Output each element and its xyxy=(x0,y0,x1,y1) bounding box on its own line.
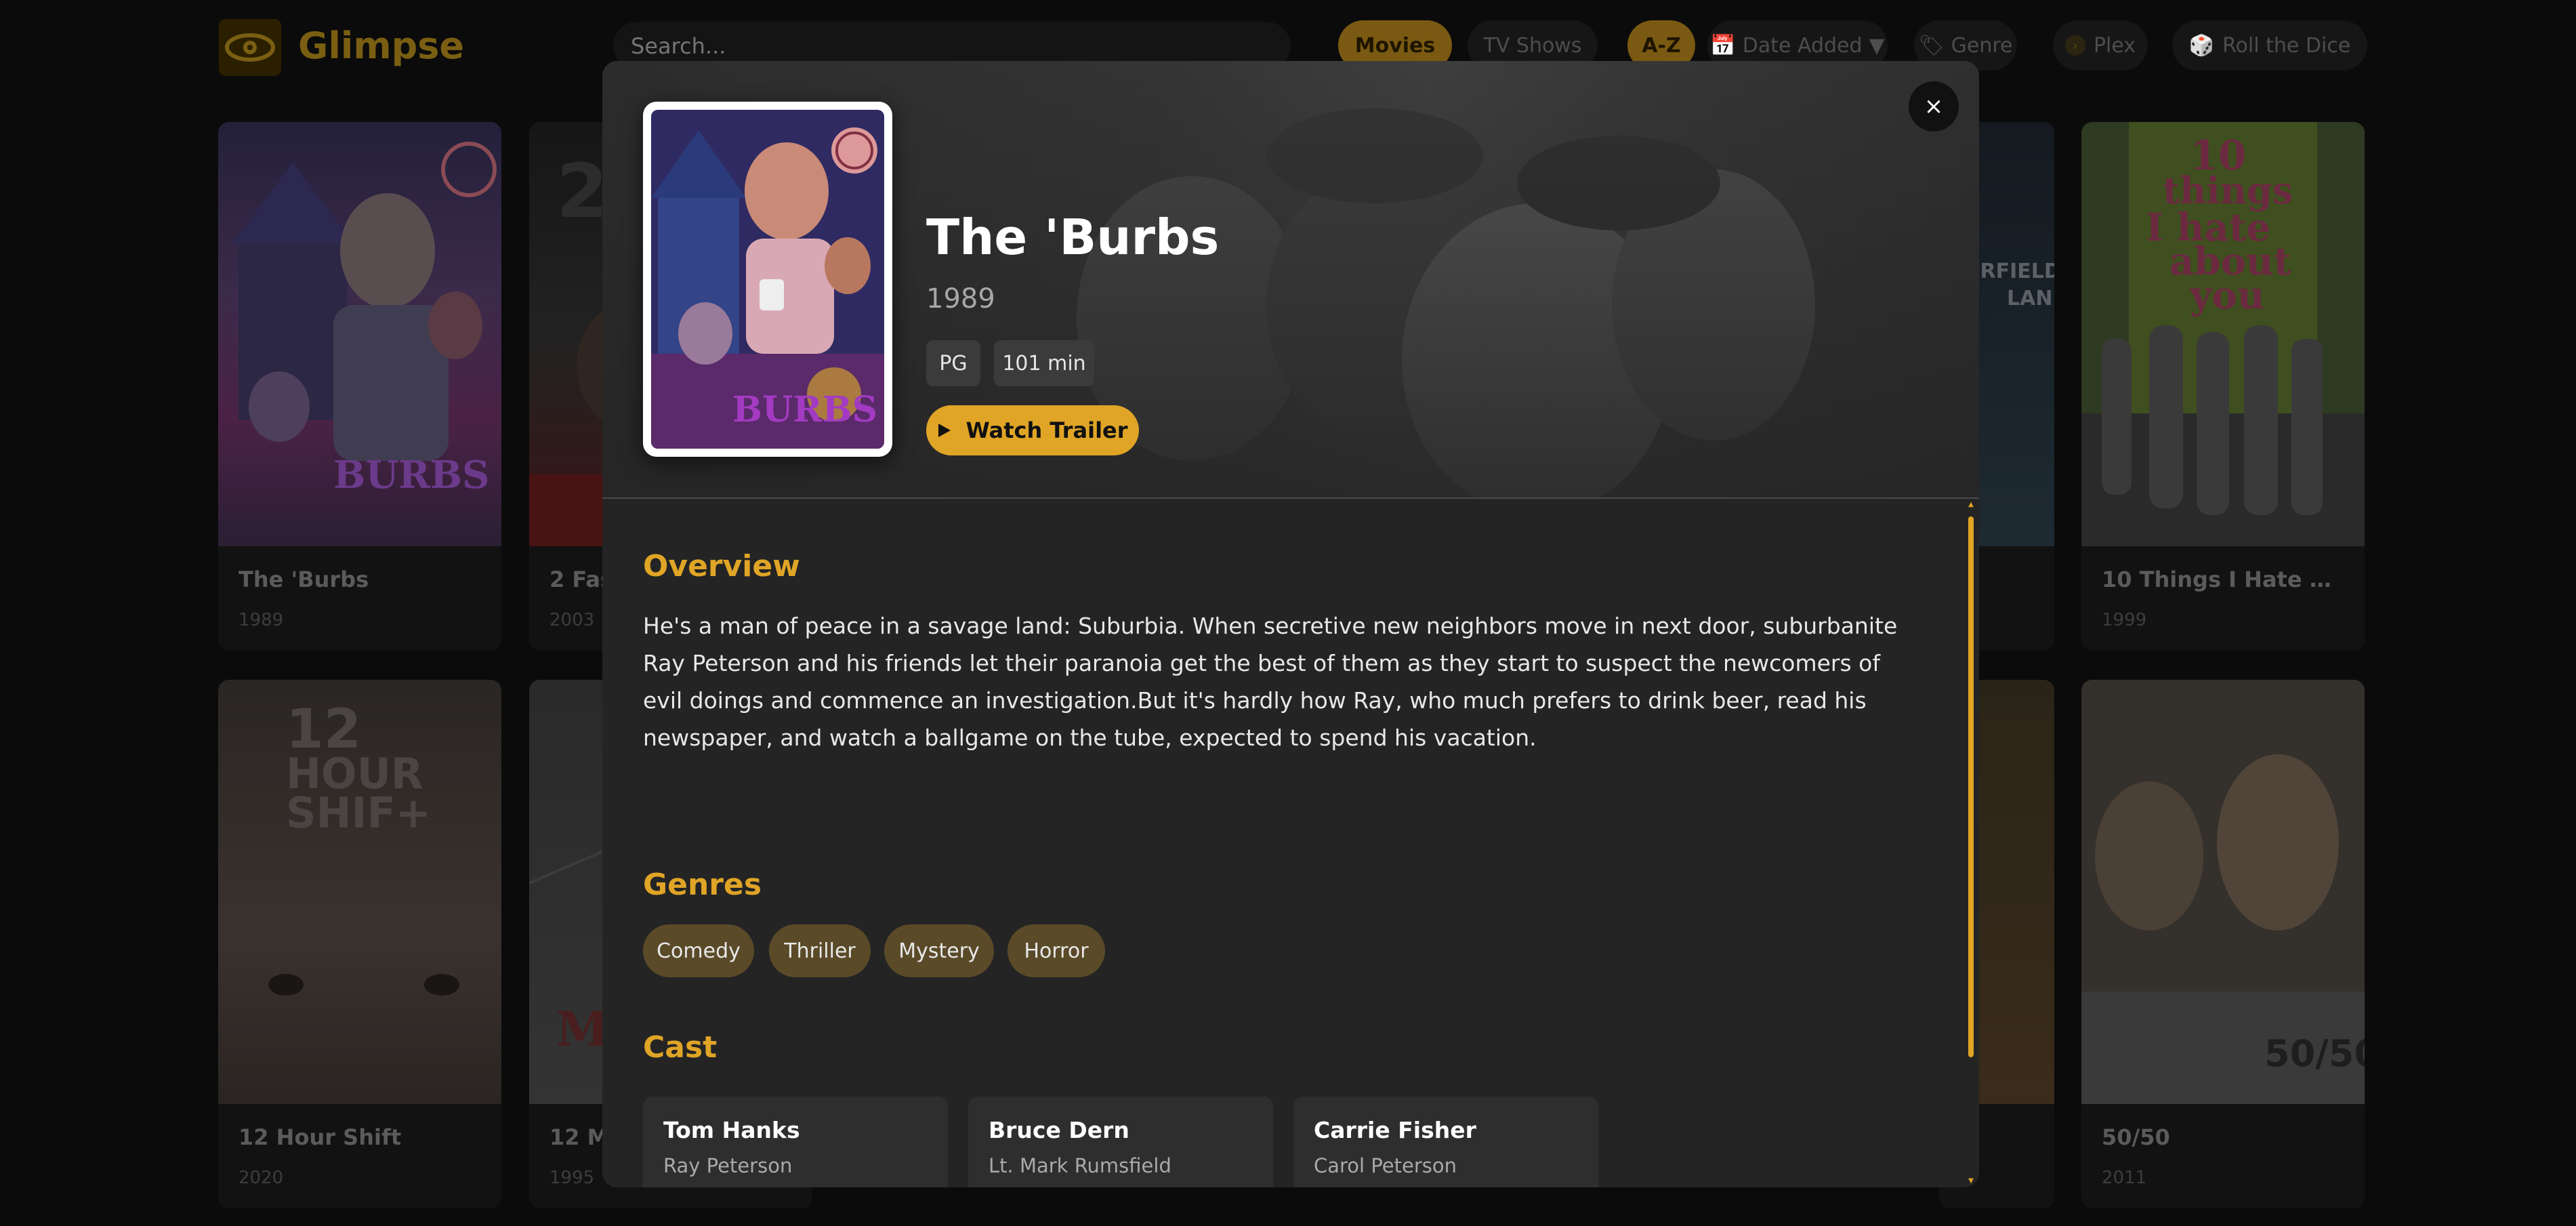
movie-card[interactable]: 10 things I hate about you 10 Things I H… xyxy=(2081,122,2365,651)
genre-tag[interactable]: Comedy xyxy=(643,924,754,977)
movie-card-year: 1999 xyxy=(2102,610,2147,630)
poster-title-text: BURBS xyxy=(732,389,877,430)
movie-poster: 12 HOUR SHIF+ xyxy=(218,680,501,1104)
movie-poster: BURBS xyxy=(218,122,501,546)
plex-button[interactable]: › Plex xyxy=(2053,20,2148,70)
movie-card-title: The 'Burbs xyxy=(238,567,369,592)
movie-card-info: 10 Things I Hate About You 1999 xyxy=(2081,546,2365,651)
movie-card-title: 12 Hour Shift xyxy=(238,1124,402,1150)
svg-text:2: 2 xyxy=(556,148,608,234)
cast-role: Ray Peterson xyxy=(663,1154,793,1177)
poster-title-line: ERFIELD xyxy=(1966,260,2054,283)
app-brand[interactable]: Glimpse xyxy=(298,24,464,67)
movie-card-info: 12 Hour Shift 2020 xyxy=(218,1104,501,1208)
movie-card[interactable]: 12 HOUR SHIF+ 12 Hour Shift 2020 xyxy=(218,680,501,1208)
movie-card-title: 10 Things I Hate About You xyxy=(2102,567,2344,592)
rating-badge: PG xyxy=(926,340,980,386)
roll-the-dice-button[interactable]: 🎲 Roll the Dice xyxy=(2172,20,2367,70)
tag-icon: 🏷 xyxy=(1918,33,1945,58)
calendar-icon: 📅 xyxy=(1710,33,1736,58)
movie-card-info: The 'Burbs 1989 xyxy=(218,546,501,651)
dice-icon: 🎲 xyxy=(2188,33,2215,58)
scrollbar-thumb[interactable] xyxy=(1968,516,1974,1057)
cast-role: Lt. Mark Rumsfield xyxy=(989,1154,1171,1177)
poster-title-line: 50/50 xyxy=(2264,1032,2365,1075)
genres-heading: Genres xyxy=(643,867,762,902)
poster-title-line: you xyxy=(2189,273,2265,318)
poster-title-line: SHIF+ xyxy=(286,788,431,838)
poster-art: 10 things I hate about you xyxy=(2081,122,2365,546)
roll-the-dice-label: Roll the Dice xyxy=(2222,33,2351,58)
app-logo[interactable] xyxy=(219,19,281,76)
cast-name: Bruce Dern xyxy=(989,1117,1129,1143)
svg-text:M: M xyxy=(556,1001,609,1057)
play-icon xyxy=(938,424,951,437)
chevron-down-icon: ▼ xyxy=(1869,33,1885,58)
poster-title-line: LANE xyxy=(2007,287,2054,310)
plex-label: Plex xyxy=(2093,33,2136,58)
genre-filter-label: Genre xyxy=(1951,33,2013,58)
cast-card[interactable]: Bruce Dern Lt. Mark Rumsfield xyxy=(968,1097,1273,1187)
modal-body: Overview He's a man of peace in a savage… xyxy=(643,499,1917,1187)
movie-card[interactable]: BURBS The 'Burbs 1989 xyxy=(218,122,501,651)
genre-tag[interactable]: Mystery xyxy=(884,924,994,977)
movie-poster: 10 things I hate about you xyxy=(2081,122,2365,546)
date-added-label: Date Added xyxy=(1742,33,1863,58)
cast-card[interactable]: Carrie Fisher Carol Peterson xyxy=(1293,1097,1598,1187)
svg-text:BURBS: BURBS xyxy=(333,453,489,497)
poster-art: 12 HOUR SHIF+ xyxy=(268,697,459,996)
cast-name: Tom Hanks xyxy=(663,1117,800,1143)
movie-details-modal: BURBS The 'Burbs 1989 PG 101 min Watch T… xyxy=(602,61,1979,1187)
poster-art: BURBS xyxy=(651,110,884,449)
movie-card-year: 2020 xyxy=(238,1168,284,1188)
poster-art: 50/50 xyxy=(2081,680,2365,1104)
movie-card[interactable]: 50/50 50/50 2011 xyxy=(2081,680,2365,1208)
movie-title: The 'Burbs xyxy=(926,209,1220,266)
movie-poster-large: BURBS xyxy=(643,102,892,457)
genre-tag[interactable]: Thriller xyxy=(769,924,871,977)
cast-heading: Cast xyxy=(643,1030,718,1065)
movie-poster: 50/50 xyxy=(2081,680,2365,1104)
watch-trailer-button[interactable]: Watch Trailer xyxy=(926,405,1139,455)
movie-card-title: 50/50 xyxy=(2102,1124,2170,1150)
eye-logo-icon xyxy=(225,33,275,62)
movie-card-year: 2011 xyxy=(2102,1168,2147,1188)
overview-text: He's a man of peace in a savage land: Su… xyxy=(643,613,1898,751)
overview-heading: Overview xyxy=(643,549,800,584)
poster-art: BURBS xyxy=(232,142,497,497)
close-button[interactable]: × xyxy=(1909,81,1959,131)
scroll-up-icon[interactable]: ▲ xyxy=(1967,502,1975,508)
cast-name: Carrie Fisher xyxy=(1314,1117,1476,1143)
movie-card-info: 50/50 2011 xyxy=(2081,1104,2365,1208)
movie-year: 1989 xyxy=(926,283,995,314)
plex-icon: › xyxy=(2064,35,2085,56)
scroll-down-icon[interactable]: ▼ xyxy=(1967,1178,1975,1185)
app-page: Glimpse Movies TV Shows A-Z 📅 Date Added… xyxy=(0,0,2576,1226)
watch-trailer-label: Watch Trailer xyxy=(965,417,1128,443)
movie-card-year: 1989 xyxy=(238,610,284,630)
cast-card[interactable]: Tom Hanks Ray Peterson xyxy=(643,1097,948,1187)
cast-role: Carol Peterson xyxy=(1314,1154,1457,1177)
genre-tag[interactable]: Horror xyxy=(1007,924,1105,977)
runtime-badge: 101 min xyxy=(994,340,1094,386)
